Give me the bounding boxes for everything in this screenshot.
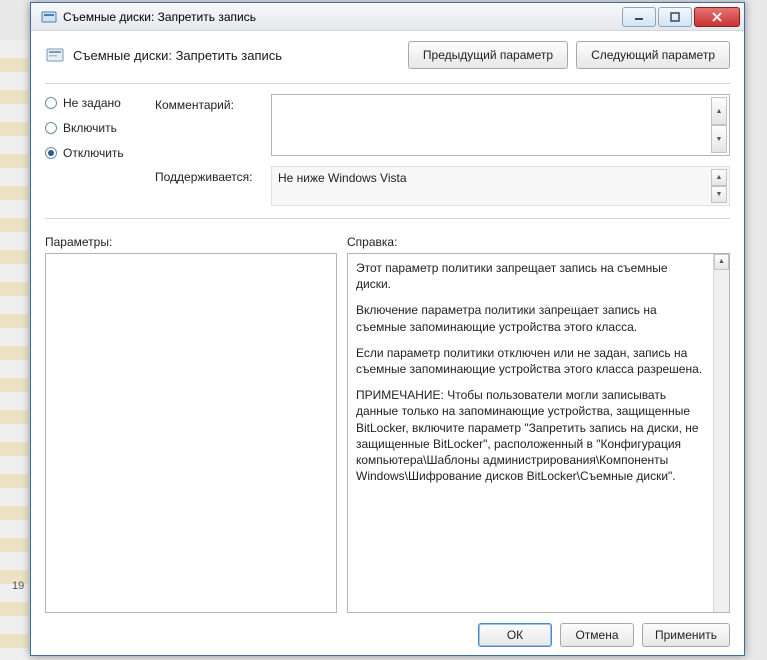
ok-button[interactable]: ОК — [478, 623, 552, 647]
spin-up-icon[interactable]: ▲ — [711, 97, 727, 125]
panel-labels-row: Параметры: Справка: — [45, 235, 730, 253]
window-title: Съемные диски: Запретить запись — [63, 10, 620, 24]
policy-editor-window: Съемные диски: Запретить запись Съемн — [30, 2, 745, 656]
lower-section: Этот параметр политики запрещает запись … — [45, 253, 730, 613]
radio-dot-icon — [45, 147, 57, 159]
help-paragraph: Включение параметра политики запрещает з… — [356, 302, 705, 334]
cancel-button[interactable]: Отмена — [560, 623, 634, 647]
options-panel — [45, 253, 337, 613]
minimize-button[interactable] — [622, 7, 656, 27]
apply-button[interactable]: Применить — [642, 623, 730, 647]
help-scrollbar[interactable]: ▲ — [713, 254, 729, 612]
spin-up-icon[interactable]: ▲ — [711, 169, 727, 186]
background-folder-strip — [0, 40, 28, 660]
comment-label: Комментарий: — [155, 94, 265, 156]
comment-spinner: ▲ ▼ — [711, 97, 727, 153]
radio-disabled[interactable]: Отключить — [45, 146, 141, 160]
radio-dot-icon — [45, 122, 57, 134]
supported-on-box: Не ниже Windows Vista ▲ ▼ — [271, 166, 730, 206]
window-icon — [41, 9, 57, 25]
spin-down-icon[interactable]: ▼ — [711, 125, 727, 153]
radio-not-configured[interactable]: Не задано — [45, 96, 141, 110]
close-button[interactable] — [694, 7, 740, 27]
policy-title: Съемные диски: Запретить запись — [73, 48, 400, 63]
field-column: Комментарий: ▲ ▼ Поддерживается: Не ниже… — [155, 94, 730, 206]
help-paragraph: ПРИМЕЧАНИЕ: Чтобы пользователи могли зап… — [356, 387, 705, 484]
scroll-up-icon[interactable]: ▲ — [714, 254, 729, 270]
supported-spinner: ▲ ▼ — [711, 169, 727, 203]
divider — [45, 218, 730, 219]
state-radio-group: Не задано Включить Отключить — [45, 94, 141, 206]
upper-section: Не задано Включить Отключить Комментарий… — [45, 94, 730, 214]
help-paragraph: Если параметр политики отключен или не з… — [356, 345, 705, 377]
divider — [45, 83, 730, 84]
dialog-footer: ОК Отмена Применить — [45, 613, 730, 647]
spin-down-icon[interactable]: ▼ — [711, 186, 727, 203]
policy-icon — [45, 45, 65, 65]
supported-label: Поддерживается: — [155, 166, 265, 206]
maximize-button[interactable] — [658, 7, 692, 27]
titlebar: Съемные диски: Запретить запись — [31, 3, 744, 31]
supported-row: Поддерживается: Не ниже Windows Vista ▲ … — [155, 166, 730, 206]
radio-label: Включить — [63, 121, 117, 135]
window-controls — [620, 7, 740, 27]
help-paragraph: Этот параметр политики запрещает запись … — [356, 260, 705, 292]
help-panel: Этот параметр политики запрещает запись … — [347, 253, 730, 613]
supported-value: Не ниже Windows Vista — [278, 171, 407, 185]
options-label: Параметры: — [45, 235, 347, 253]
next-setting-button[interactable]: Следующий параметр — [576, 41, 730, 69]
radio-dot-icon — [45, 97, 57, 109]
header-row: Съемные диски: Запретить запись Предыдущ… — [45, 41, 730, 79]
radio-label: Отключить — [63, 146, 124, 160]
help-content: Этот параметр политики запрещает запись … — [356, 260, 721, 484]
client-area: Съемные диски: Запретить запись Предыдущ… — [31, 31, 744, 655]
radio-enabled[interactable]: Включить — [45, 121, 141, 135]
background-status-text: 19 — [12, 580, 24, 592]
comment-row: Комментарий: ▲ ▼ — [155, 94, 730, 156]
previous-setting-button[interactable]: Предыдущий параметр — [408, 41, 568, 69]
radio-label: Не задано — [63, 96, 121, 110]
help-label: Справка: — [347, 235, 397, 253]
comment-textarea[interactable]: ▲ ▼ — [271, 94, 730, 156]
